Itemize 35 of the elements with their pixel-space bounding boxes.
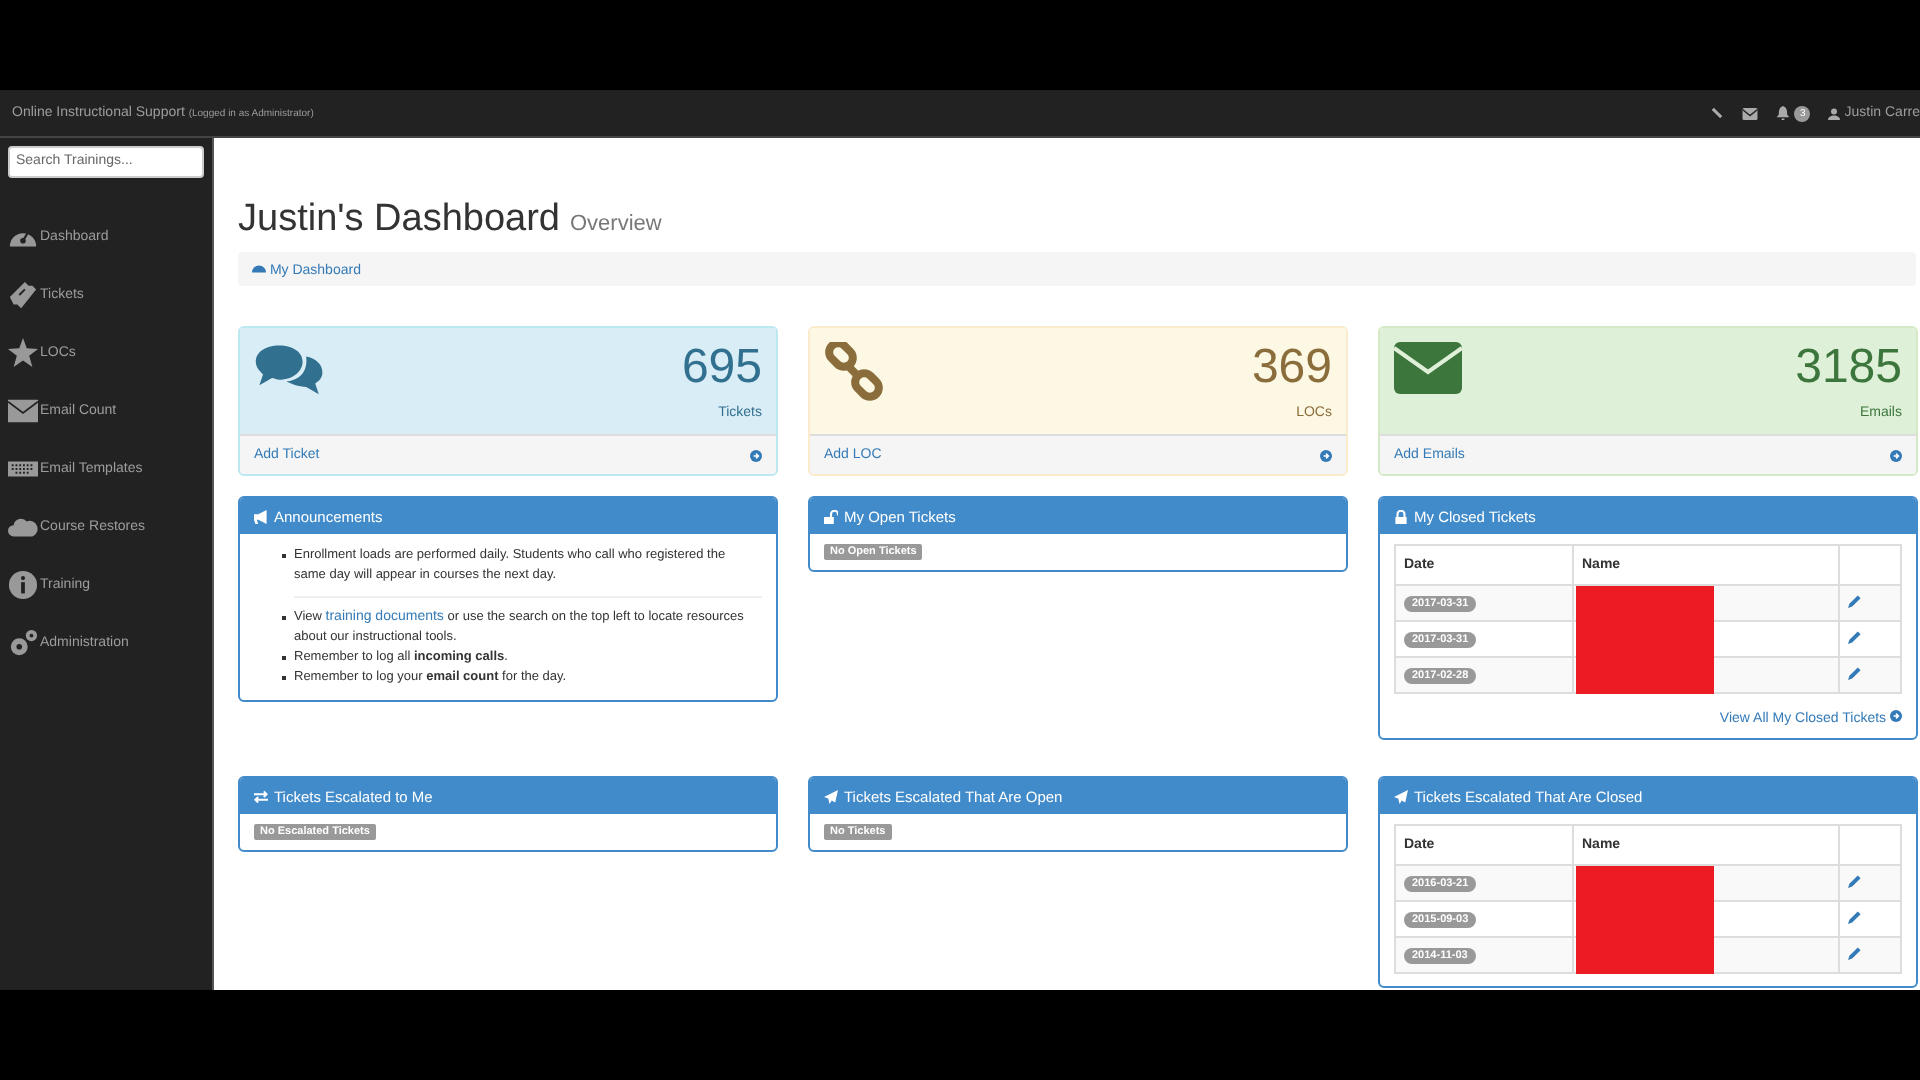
plane-icon: [1394, 789, 1408, 803]
redaction-block: [1576, 866, 1714, 974]
page-subtitle: Overview: [570, 212, 662, 236]
star-icon: [8, 337, 38, 367]
pencil-icon[interactable]: [1848, 910, 1862, 924]
megaphone-icon: [254, 509, 268, 523]
unlock-icon: [824, 509, 838, 523]
lock-icon: [1394, 509, 1408, 523]
arrow-circle-icon[interactable]: [1890, 449, 1902, 461]
pencil-icon[interactable]: [1848, 630, 1862, 644]
envelope-icon: [1394, 342, 1462, 394]
bell-icon[interactable]: [1776, 106, 1791, 120]
gauge-icon: [252, 261, 266, 273]
user-icon: [1828, 107, 1841, 119]
chat-bubbles-icon: [254, 342, 326, 396]
page-title: Justin's Dashboard: [238, 198, 560, 240]
envelope-icon[interactable]: [1742, 107, 1759, 119]
pencil-icon[interactable]: [1848, 946, 1862, 960]
info-icon: [8, 569, 38, 599]
pencil-icon[interactable]: [1848, 874, 1862, 888]
ticket-icon: [8, 279, 38, 309]
mail-icon: [8, 395, 38, 425]
pencil-icon[interactable]: [1848, 666, 1862, 680]
stat-value: 695: [681, 342, 762, 394]
exchange-icon: [254, 789, 268, 803]
redaction-block: [1576, 586, 1714, 694]
plane-icon: [824, 789, 838, 803]
arrow-circle-icon[interactable]: [750, 449, 762, 461]
gears-icon: [8, 627, 38, 657]
arrow-circle-icon[interactable]: [1320, 449, 1332, 461]
stat-value: 369: [1251, 342, 1332, 394]
chain-icon: [824, 342, 884, 402]
pencil-icon[interactable]: [1848, 594, 1862, 608]
arrow-circle-icon: [1890, 710, 1902, 722]
stat-value: 3185: [1795, 342, 1902, 394]
